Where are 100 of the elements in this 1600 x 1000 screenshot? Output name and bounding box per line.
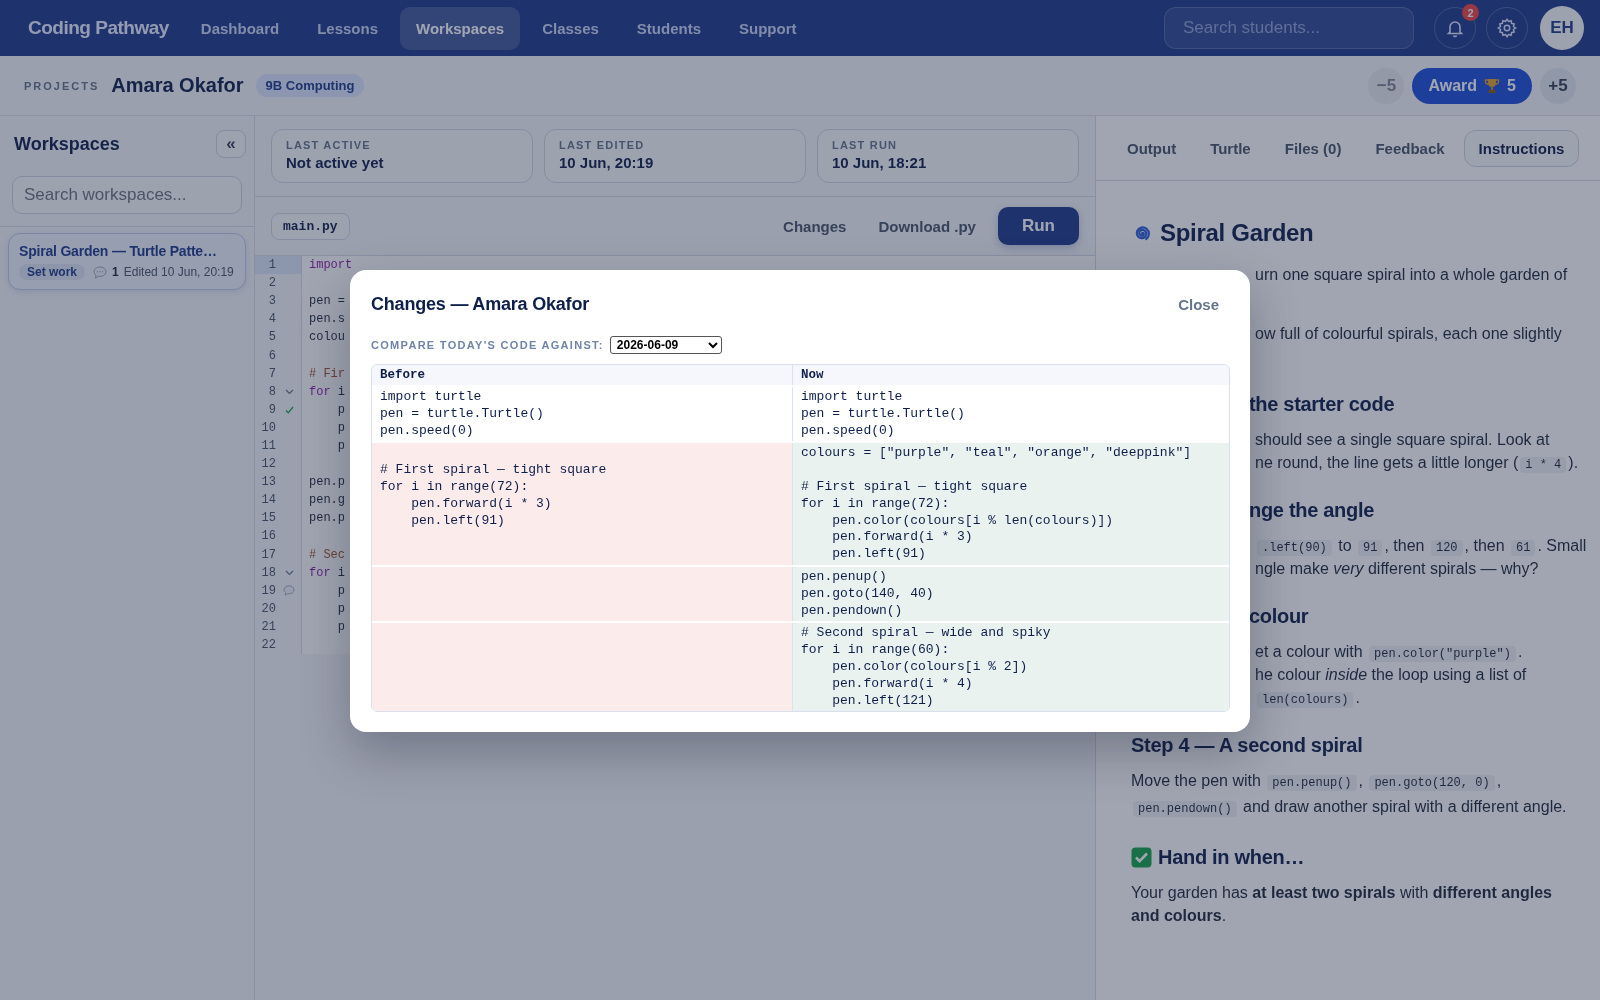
collapse-button[interactable]: « xyxy=(216,130,246,158)
close-link[interactable]: Close xyxy=(1178,296,1219,313)
settings-icon xyxy=(1496,17,1518,39)
nav-tab[interactable]: Dashboard xyxy=(184,6,296,50)
code-line: p xyxy=(336,402,345,417)
line-number: 8 xyxy=(267,384,276,399)
line-number: 17 xyxy=(260,547,276,562)
line-number: 21 xyxy=(260,619,276,634)
step-heading: nge the angle xyxy=(1248,498,1375,523)
app-logo: Coding Pathway xyxy=(28,17,169,39)
toolbar-link[interactable]: Download .py xyxy=(862,209,992,243)
column-header: Before xyxy=(372,365,792,385)
code-line: p xyxy=(336,601,345,616)
line-number: 20 xyxy=(260,601,276,616)
instruction-text: Your garden has at least two spirals with different angles and colours. xyxy=(1131,883,1553,926)
line-number: 5 xyxy=(267,330,276,345)
lesson-title: Spiral Garden xyxy=(1160,218,1314,248)
file-tab[interactable]: main.py xyxy=(271,212,350,240)
code-line: p xyxy=(336,439,345,453)
instruction-text: he colour inside the loop using a list of xyxy=(1254,665,1528,685)
panel-tab[interactable]: Feedback xyxy=(1360,129,1460,167)
stat-label: LAST ACTIVE xyxy=(286,139,372,151)
sidebar-title: Workspaces xyxy=(14,133,120,155)
step-heading: the starter code xyxy=(1248,392,1396,417)
comment-count: 1 xyxy=(112,265,119,279)
code-line: pen = xyxy=(309,294,345,309)
toolbar-link[interactable]: Changes xyxy=(767,209,863,243)
line-number: 6 xyxy=(267,348,276,363)
nav-tab[interactable]: Students xyxy=(620,6,717,50)
stat-value: 10 Jun, 20:19 xyxy=(559,154,655,171)
stat-label: LAST EDITED xyxy=(559,139,646,151)
panel-tab[interactable]: Output xyxy=(1112,129,1192,167)
code-line: p xyxy=(336,420,345,435)
removed-code: # First spiral — tight square for i in range(72): pen.forward(i * 3) pen.left(91) xyxy=(372,443,792,565)
added-code: # Second spiral — wide and spiky for i in range(60): pen.color(colours[i % 2]) pen.forward(i * 4) pen.left(121) xyxy=(792,623,1229,712)
nav-tab[interactable]: Lessons xyxy=(301,6,394,50)
status-tag: Set work xyxy=(19,264,85,280)
class-tag: 9B Computing xyxy=(255,74,365,97)
edited-time: Edited 10 Jun, 20:19 xyxy=(123,265,234,279)
instruction-text: should see a single square spiral. Look at xyxy=(1254,430,1551,450)
search-field[interactable]: Search workspaces... xyxy=(12,176,242,214)
line-number: 3 xyxy=(267,294,276,309)
award-button[interactable]: Award 5 xyxy=(1412,67,1532,104)
line-number: 16 xyxy=(260,529,276,544)
code-line: p xyxy=(336,583,345,598)
date-select[interactable]: 2026-06-09 xyxy=(609,336,722,354)
line-number: 14 xyxy=(260,493,276,508)
trophy-icon xyxy=(1483,76,1502,95)
code-line: import xyxy=(309,258,353,273)
line-number: 12 xyxy=(260,457,276,472)
line-number: 1 xyxy=(267,258,276,273)
chevron-icon[interactable] xyxy=(284,569,294,576)
comment-icon[interactable] xyxy=(283,585,295,597)
check-icon xyxy=(284,405,294,414)
line-number: 15 xyxy=(260,511,276,526)
code-line: p xyxy=(336,619,345,634)
instruction-text: urn one square spiral into a whole garden of xyxy=(1254,265,1569,285)
workspace-title: Spiral Garden — Turtle Patte… xyxy=(19,243,218,259)
code-line: pen.p xyxy=(309,475,345,490)
line-number: 9 xyxy=(267,402,276,417)
step-heading: Step 4 — A second spiral xyxy=(1131,733,1364,758)
user-avatar[interactable]: EH xyxy=(1540,6,1584,50)
code-line: pen.g xyxy=(309,493,345,508)
stat-value: 10 Jun, 18:21 xyxy=(832,154,928,171)
panel-tab[interactable]: Turtle xyxy=(1195,129,1266,167)
line-number: 4 xyxy=(267,312,276,327)
student-name: Amara Okafor xyxy=(111,74,244,97)
line-number: 11 xyxy=(260,439,276,453)
instruction-text: Move the pen with pen.penup() , pen.goto(120, 0) , pen.pendown() and draw another spiral with a different angle. xyxy=(1131,771,1568,819)
line-number: 18 xyxy=(260,565,276,580)
code-line: for i xyxy=(309,384,345,399)
run-button[interactable]: Run xyxy=(997,207,1079,245)
step-heading: colour xyxy=(1248,604,1310,629)
code-line: # Sec xyxy=(309,547,345,562)
code-line: pen.p xyxy=(309,511,345,526)
stat-value: Not active yet xyxy=(286,154,385,171)
nav-tab[interactable]: Support xyxy=(723,6,813,50)
code-line: for i xyxy=(309,565,345,580)
line-number: 7 xyxy=(267,366,276,381)
add-points-button[interactable]: +5 xyxy=(1540,67,1576,104)
compare-label: COMPARE TODAY'S CODE AGAINST: xyxy=(371,339,604,351)
stat-label: LAST RUN xyxy=(832,139,899,151)
nav-tab[interactable]: Classes xyxy=(526,6,615,50)
code-line: colou xyxy=(309,330,345,345)
step-heading: Hand in when… xyxy=(1158,845,1305,870)
line-number: 10 xyxy=(260,420,276,435)
panel-tab[interactable]: Files (0) xyxy=(1269,129,1357,167)
line-number: 22 xyxy=(260,638,276,652)
panel-tab[interactable]: Instructions xyxy=(1463,129,1580,167)
notification-badge: 2 xyxy=(1462,4,1479,21)
bell-icon xyxy=(1445,18,1465,38)
chevron-icon[interactable] xyxy=(284,388,294,395)
added-code: colours = ["purple", "teal", "orange", "deeppink"] # First spiral — tight square for i in range(72): pen.color(colours[i % len(colours)]) pen.forward(i * 3) pen.left(91) xyxy=(792,443,1229,565)
code-line: pen.s xyxy=(309,312,345,327)
line-number: 19 xyxy=(260,583,276,598)
comment-icon xyxy=(93,265,107,279)
workspace-card[interactable]: Spiral Garden — Turtle Patte… Set work 1 Edited 10 Jun, 20:19 xyxy=(8,233,246,290)
column-header: Now xyxy=(792,365,1229,385)
checkbox-icon xyxy=(1131,846,1152,868)
dialog-title: Changes — Amara Okafor xyxy=(371,294,589,315)
